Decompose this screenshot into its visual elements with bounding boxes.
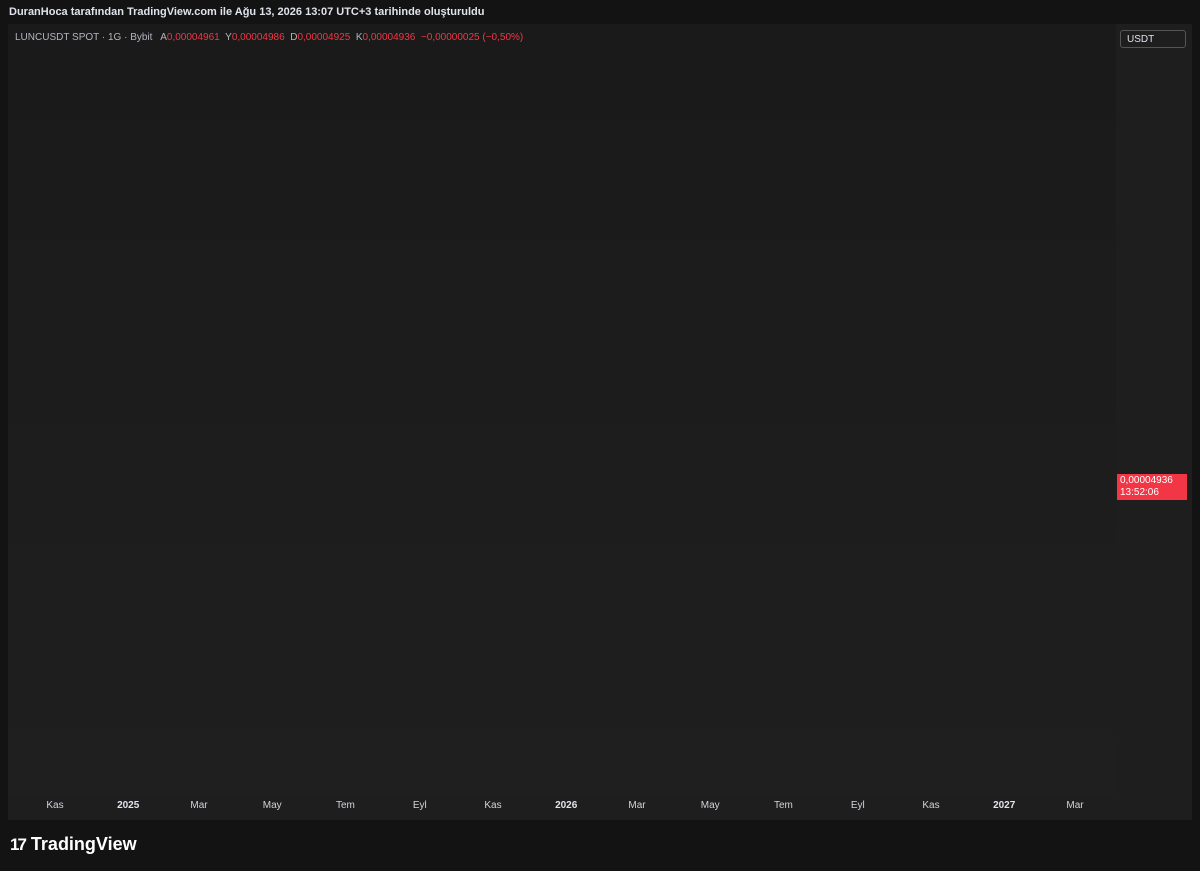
time-tick-label: 2025 xyxy=(117,800,140,811)
close-label: K xyxy=(355,32,363,43)
time-tick-label: Kas xyxy=(922,800,940,811)
ohlc-legend: LUNCUSDT SPOT · 1G · Bybit A0,00004961 Y… xyxy=(15,32,523,43)
time-tick-label: Mar xyxy=(628,800,646,811)
tradingview-logo[interactable]: 17 TradingView xyxy=(10,834,137,855)
tradingview-wordmark: TradingView xyxy=(30,834,137,854)
countdown-timer: 13:52:06 xyxy=(1120,487,1159,498)
change-value: −0,00000025 (−0,50%) xyxy=(420,32,524,43)
tradingview-logo-icon: 17 xyxy=(10,834,27,854)
close-value: 0,00004936 xyxy=(362,32,416,43)
snapshot-credit: DuranHoca tarafından TradingView.com ile… xyxy=(9,6,485,18)
time-tick-label: Tem xyxy=(773,800,793,811)
current-price-value: 0,00004936 xyxy=(1120,475,1173,486)
high-label: Y xyxy=(225,32,232,43)
time-tick-label: Eyl xyxy=(412,800,427,811)
time-tick-label: May xyxy=(700,800,720,811)
time-tick-label: May xyxy=(262,800,282,811)
chart-svg[interactable] xyxy=(8,24,1116,796)
chart-area[interactable] xyxy=(8,24,1116,796)
low-value: 0,00004925 xyxy=(297,32,351,43)
currency-button[interactable]: USDT xyxy=(1120,30,1186,48)
symbol-label[interactable]: LUNCUSDT SPOT · 1G · Bybit xyxy=(15,32,152,43)
high-value: 0,00004986 xyxy=(231,32,285,43)
open-label: A xyxy=(160,32,167,43)
time-tick-label: Tem xyxy=(335,800,355,811)
time-tick-label: Kas xyxy=(46,800,64,811)
time-tick-label: Mar xyxy=(190,800,208,811)
time-tick-label: 2027 xyxy=(993,800,1016,811)
open-value: 0,00004961 xyxy=(166,32,220,43)
current-price-badge: 0,00004936 13:52:06 xyxy=(1117,474,1187,500)
time-tick-label: Kas xyxy=(484,800,502,811)
time-tick-label: 2026 xyxy=(555,800,578,811)
price-scale[interactable]: 0,000500000,000420000,000360000,00030000… xyxy=(1116,24,1192,796)
time-tick-label: Eyl xyxy=(850,800,865,811)
time-tick-label: Mar xyxy=(1066,800,1084,811)
header-bar: DuranHoca tarafından TradingView.com ile… xyxy=(0,0,1200,24)
